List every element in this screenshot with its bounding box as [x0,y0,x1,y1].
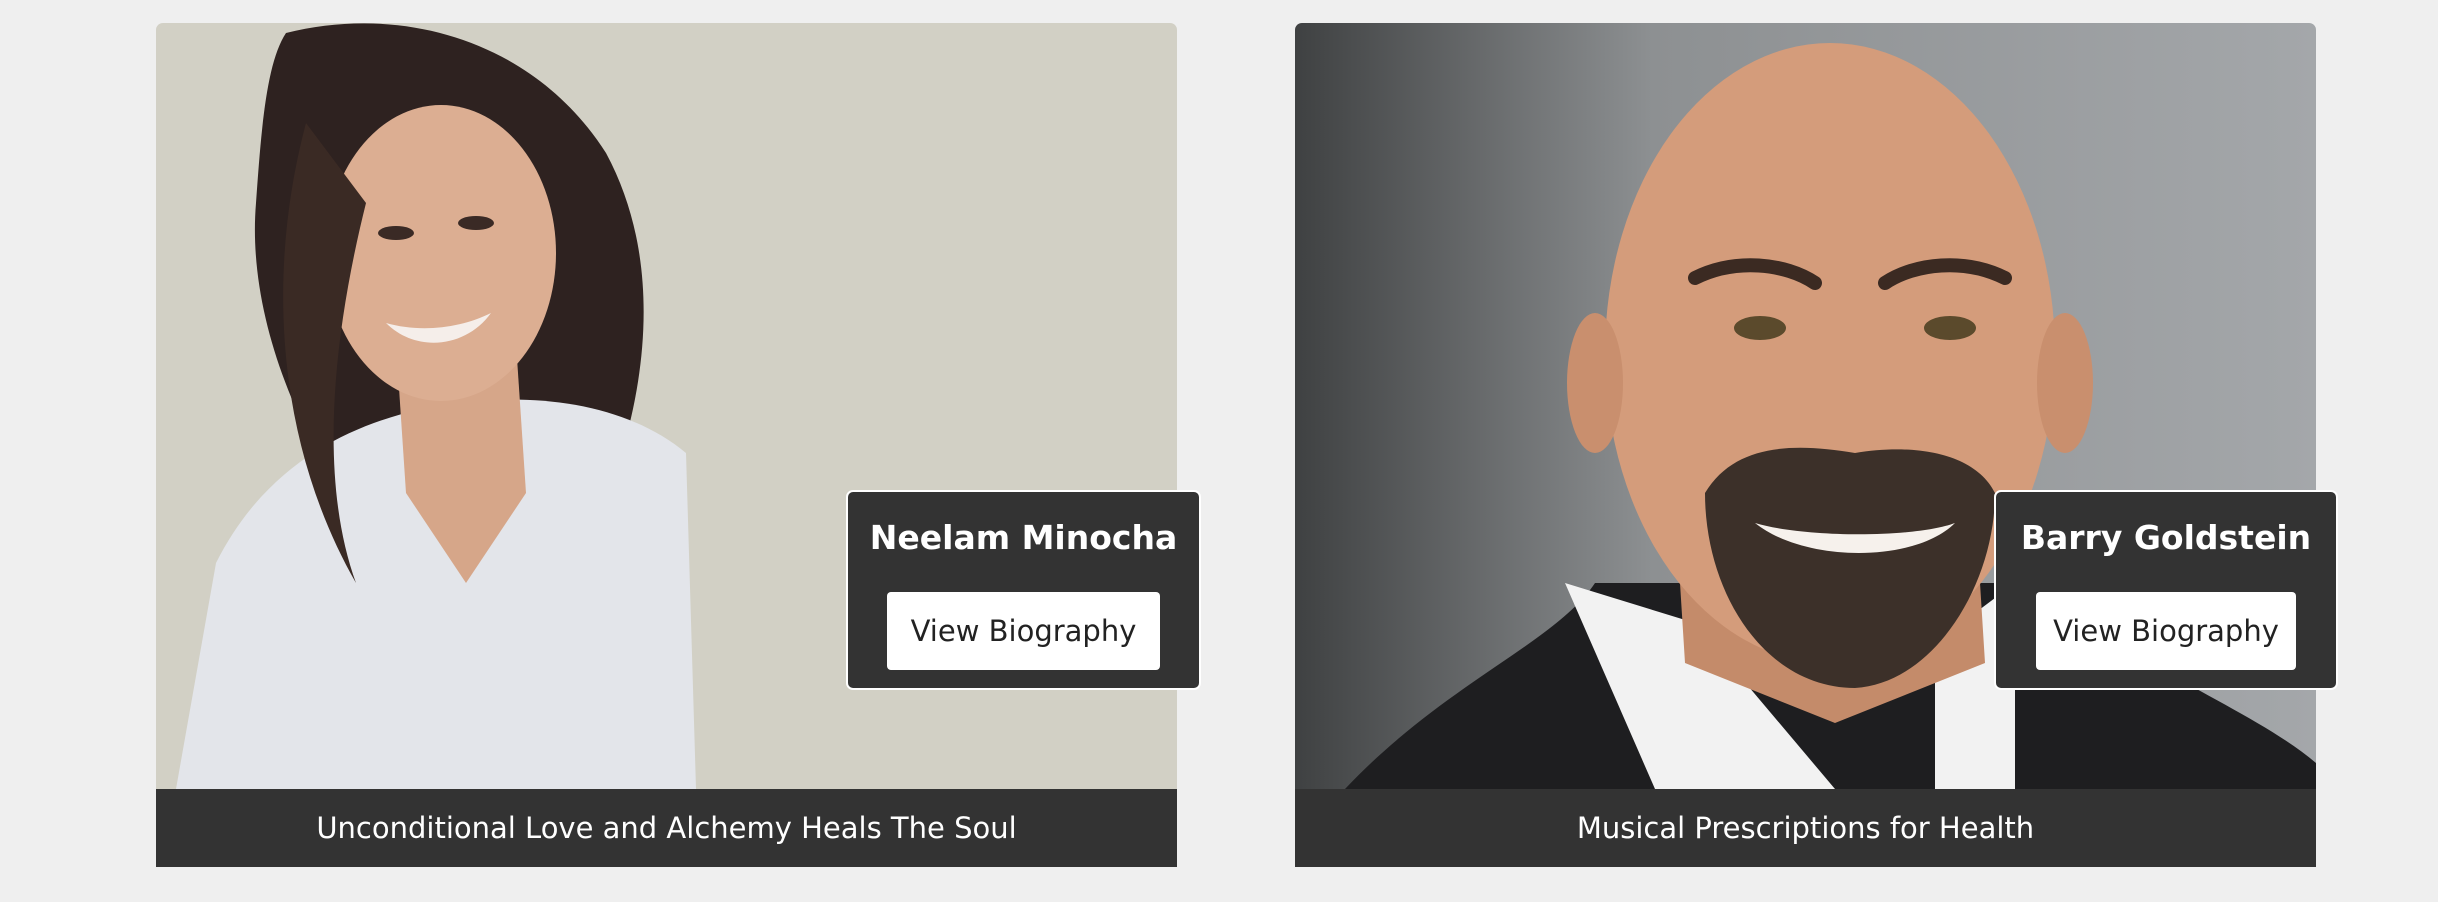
speaker-card-barry-goldstein: Barry Goldstein View Biography Musical P… [1295,23,2338,867]
speaker-card-neelam-minocha: Neelam Minocha View Biography Unconditio… [156,23,1201,867]
talk-title: Unconditional Love and Alchemy Heals The… [156,789,1177,867]
speaker-name: Barry Goldstein [2020,518,2312,557]
view-biography-button[interactable]: View Biography [2036,592,2296,670]
speaker-name-panel: Barry Goldstein View Biography [1994,490,2338,690]
speaker-name: Neelam Minocha [869,518,1178,557]
view-biography-button[interactable]: View Biography [887,592,1160,670]
talk-title: Musical Prescriptions for Health [1295,789,2316,867]
speaker-name-panel: Neelam Minocha View Biography [846,490,1201,690]
